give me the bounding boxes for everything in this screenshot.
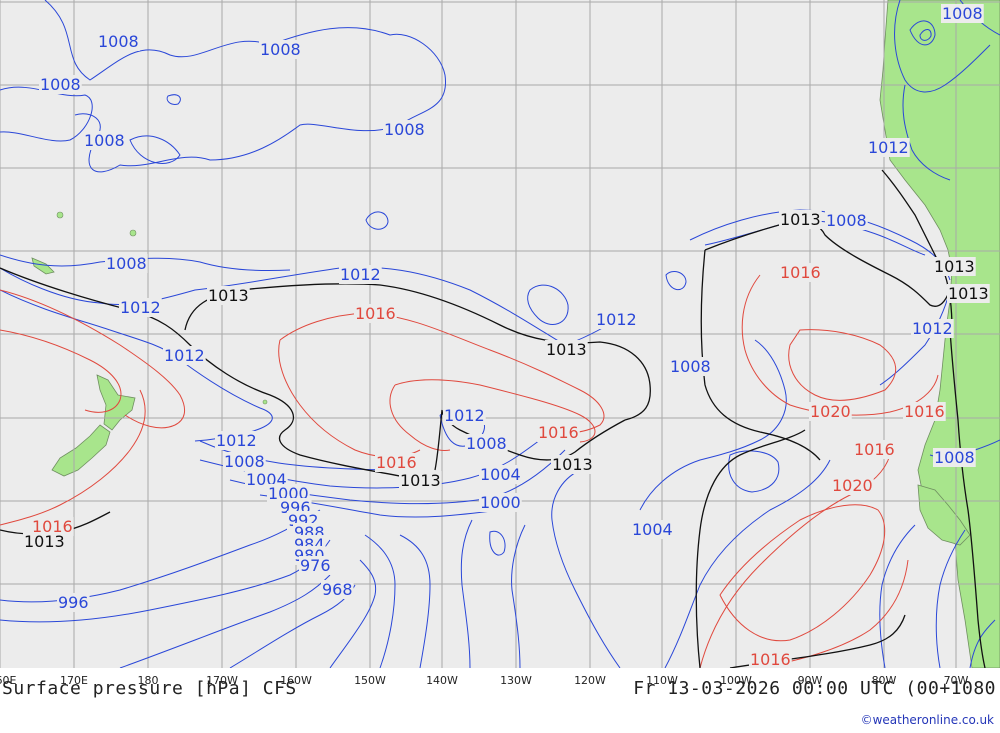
isobar-label: 1008 [84, 131, 125, 150]
isobar-label: 1012 [164, 346, 205, 365]
isobar-label: 1013 [400, 471, 441, 490]
isobar-label: 1013 [24, 532, 65, 551]
land-islet [56, 211, 64, 219]
isobar-label: 1016 [355, 304, 396, 323]
isobar-label: 1008 [934, 448, 975, 467]
isobar-label: 1013 [208, 286, 249, 305]
isobar-label: 1012 [912, 319, 953, 338]
isobar-label: 1008 [260, 40, 301, 59]
isobar-label: 1013 [546, 340, 587, 359]
isobar-label: 1008 [40, 75, 81, 94]
isobar-label: 1004 [632, 520, 673, 539]
isobar-label: 1020 [810, 402, 851, 421]
isobar-label: 1012 [120, 298, 161, 317]
pressure-map: 1008 1008 1008 1008 1008 1008 1008 1012 … [0, 0, 1000, 668]
isobar-label: 1008 [826, 211, 867, 230]
isobar-label: 1004 [480, 465, 521, 484]
isobar-label: 1013 [780, 210, 821, 229]
isobar-label: 1016 [376, 453, 417, 472]
isobar-label: 1008 [98, 32, 139, 51]
isobar-label: 1012 [596, 310, 637, 329]
isobar-label: 1016 [538, 423, 579, 442]
land-islet [262, 399, 268, 405]
isobar-label: 1012 [444, 406, 485, 425]
isobar-label: 1020 [832, 476, 873, 495]
isobar-label: 1016 [854, 440, 895, 459]
longitude-label: 130W [500, 674, 532, 687]
isobar-label: 1008 [942, 4, 983, 23]
isobar-label: 1012 [216, 431, 257, 450]
isobar-label: 1016 [780, 263, 821, 282]
isobar-label: 1008 [106, 254, 147, 273]
isobar-label: 1012 [340, 265, 381, 284]
isobar-label: 1016 [750, 650, 791, 668]
isobar-label: 1008 [384, 120, 425, 139]
isobar-label: 1013 [948, 284, 989, 303]
isobar-label: 1013 [934, 257, 975, 276]
isobar-label: 996 [58, 593, 89, 612]
longitude-label: 150W [354, 674, 386, 687]
isobar-label: 976 [300, 556, 331, 575]
isobar-label: 1008 [224, 452, 265, 471]
longitude-label: 120W [574, 674, 606, 687]
isobar-label: 1012 [868, 138, 909, 157]
isobar-label: 1013 [552, 455, 593, 474]
isobar-label: 968 [322, 580, 353, 599]
isobar-label: 1008 [670, 357, 711, 376]
isobar-label: 1000 [480, 493, 521, 512]
credit-link[interactable]: ©weatheronline.co.uk [861, 713, 994, 727]
longitude-label: 140W [426, 674, 458, 687]
isobar-label: 1008 [466, 434, 507, 453]
valid-time: Fr 13-03-2026 00:00 UTC (00+1080 [633, 678, 996, 699]
map-title: Surface pressure [hPa] CFS [2, 678, 297, 699]
isobar-label: 1016 [904, 402, 945, 421]
land-islet [129, 229, 137, 237]
